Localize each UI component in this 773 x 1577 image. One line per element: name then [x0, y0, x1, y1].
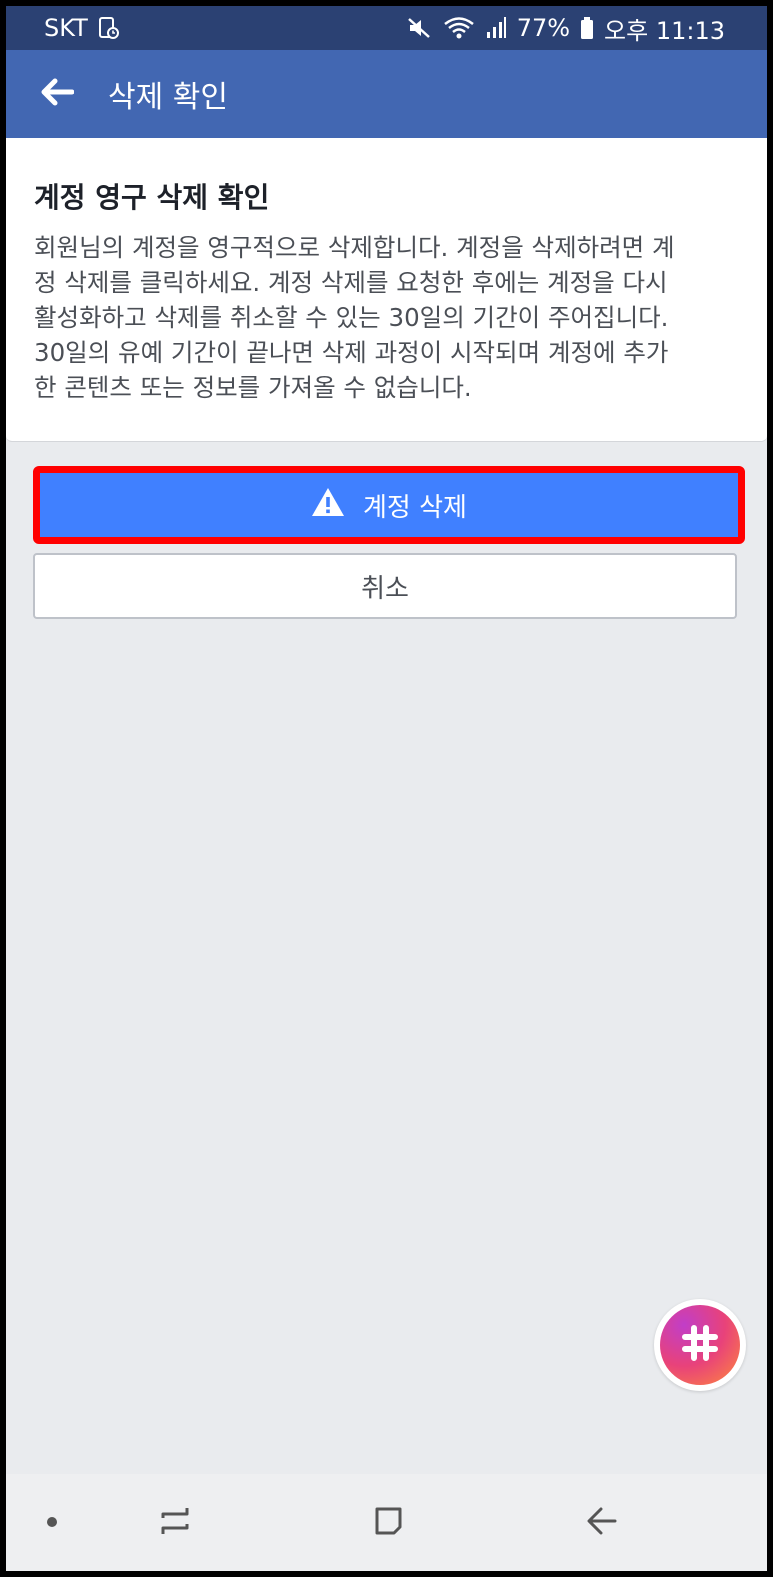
description-line: 한 콘텐츠 또는 정보를 가져올 수 없습니다.: [34, 373, 472, 402]
cancel-label: 취소: [361, 573, 409, 604]
screen: SKT 77% 오후 11:13 삭제 확인 계정 영구 삭제 확인 회원님의 …: [6, 6, 767, 1571]
signal-icon: [485, 16, 507, 40]
wifi-icon: [443, 16, 475, 40]
recent-apps-icon: [159, 1504, 193, 1542]
clock: 오후 11:13: [604, 16, 725, 45]
nav-dot-button[interactable]: [32, 1474, 72, 1571]
system-navigation-bar: [6, 1474, 767, 1571]
description-line: 정 삭제를 클릭하세요. 계정 삭제를 요청한 후에는 계정을 다시: [34, 268, 668, 297]
battery-icon: [580, 16, 594, 40]
fab-circle: [660, 1305, 740, 1385]
delete-account-label: 계정 삭제: [363, 492, 467, 523]
back-arrow-icon: [585, 1504, 619, 1542]
mute-icon: [407, 16, 433, 40]
description-line: 활성화하고 삭제를 취소할 수 있는 30일의 기간이 주어집니다.: [34, 303, 669, 332]
carrier-label: SKT: [44, 14, 88, 42]
back-nav-button[interactable]: [572, 1474, 632, 1571]
hashtag-icon: [679, 1322, 721, 1368]
page-title: 삭제 확인: [108, 80, 228, 115]
cancel-button[interactable]: 취소: [33, 553, 737, 619]
home-icon: [371, 1504, 405, 1542]
description-line: 회원님의 계정을 영구적으로 삭제합니다. 계정을 삭제하려면 계: [34, 233, 675, 262]
warning-triangle-icon: [311, 487, 345, 524]
back-button[interactable]: [6, 50, 106, 138]
recent-apps-button[interactable]: [146, 1474, 206, 1571]
home-button[interactable]: [358, 1474, 418, 1571]
screenshot-notification-icon: [98, 16, 120, 40]
status-bar: SKT 77% 오후 11:13: [6, 6, 767, 50]
card-title: 계정 영구 삭제 확인: [34, 181, 270, 214]
app-bar: 삭제 확인: [6, 50, 767, 138]
card-description: 회원님의 계정을 영구적으로 삭제합니다. 계정을 삭제하려면 계 정 삭제를 …: [34, 230, 741, 405]
arrow-left-icon: [40, 78, 75, 110]
floating-action-button[interactable]: [654, 1299, 746, 1391]
battery-percent: 77%: [516, 14, 571, 42]
dot-icon: [46, 1513, 58, 1532]
description-line: 30일의 유예 기간이 끝나면 삭제 과정이 시작되며 계정에 추가: [34, 338, 669, 367]
delete-account-button[interactable]: 계정 삭제: [40, 473, 738, 537]
confirmation-card: 계정 영구 삭제 확인 회원님의 계정을 영구적으로 삭제합니다. 계정을 삭제…: [6, 138, 767, 442]
